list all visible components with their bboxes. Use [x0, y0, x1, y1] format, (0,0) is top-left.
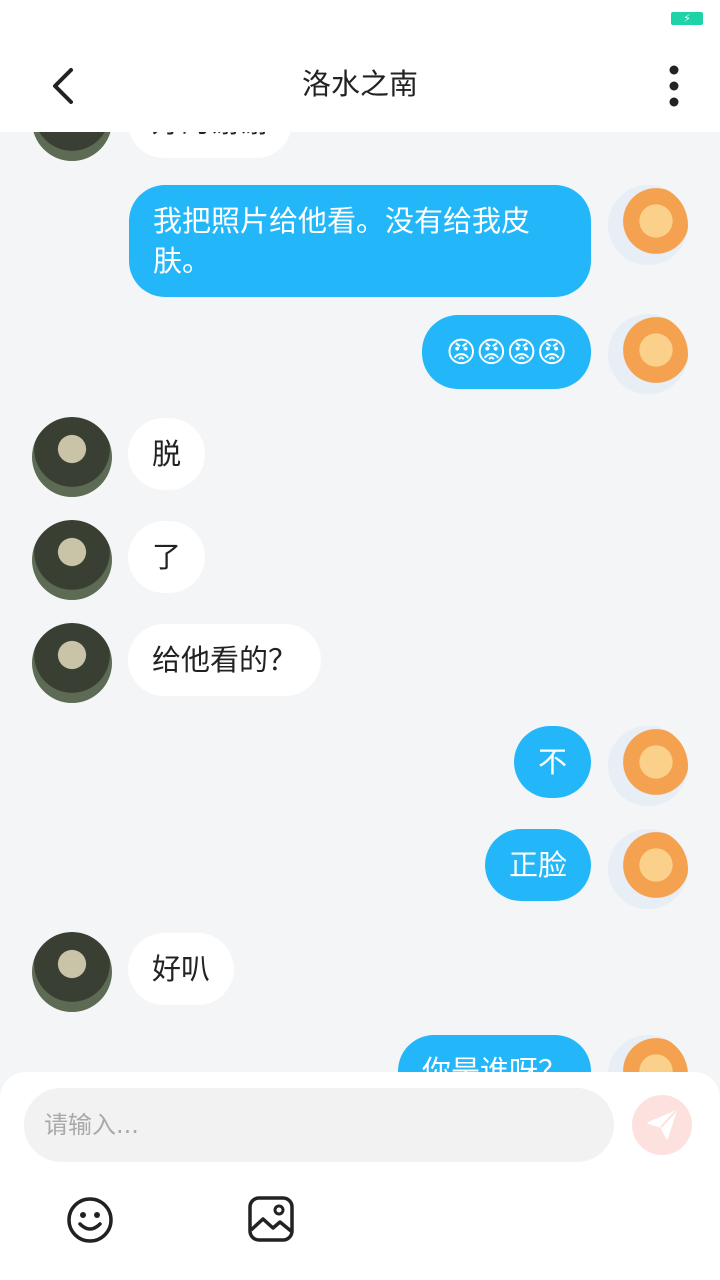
my-avatar[interactable] — [608, 726, 688, 806]
send-button[interactable] — [632, 1095, 692, 1155]
image-button[interactable] — [246, 1194, 296, 1244]
message-bubble-received[interactable]: 了 — [128, 521, 206, 593]
contact-avatar[interactable] — [32, 623, 112, 703]
emoji-button[interactable] — [64, 1194, 116, 1246]
status-bar: ⚡ — [0, 0, 720, 40]
message-bubble-sent[interactable]: 正脸 — [484, 829, 591, 901]
my-avatar[interactable] — [608, 314, 688, 394]
message-list[interactable]: 好的谢谢 我把照片给他看。没有给我皮肤。 😡😡😡😡 脱 了 给他看的？ 不 正脸… — [0, 132, 720, 1072]
contact-avatar[interactable] — [32, 520, 112, 600]
more-vertical-icon — [669, 65, 679, 107]
message-bubble-received[interactable]: 脱 — [128, 418, 206, 490]
my-avatar[interactable] — [608, 829, 688, 909]
battery-charging-icon: ⚡ — [671, 12, 703, 25]
message-bubble-received[interactable]: 好叭 — [128, 933, 235, 1005]
smiley-icon — [67, 1197, 113, 1243]
contact-avatar[interactable] — [32, 932, 112, 1012]
my-avatar[interactable] — [608, 185, 688, 265]
message-bubble-received[interactable]: 好的谢谢 — [128, 132, 293, 158]
message-bubble-sent[interactable]: 😡😡😡😡 — [422, 315, 591, 389]
chat-header: 洛水之南 — [0, 40, 720, 132]
send-icon — [647, 1110, 677, 1140]
message-input[interactable] — [24, 1088, 614, 1162]
my-avatar[interactable] — [608, 1035, 688, 1072]
composer-bar — [0, 1072, 720, 1280]
image-icon — [248, 1196, 294, 1242]
chat-title: 洛水之南 — [301, 67, 418, 101]
message-bubble-sent[interactable]: 不 — [513, 726, 591, 798]
message-bubble-sent[interactable]: 我把照片给他看。没有给我皮肤。 — [129, 185, 591, 297]
contact-avatar[interactable] — [32, 132, 112, 161]
more-button[interactable] — [654, 62, 694, 110]
message-bubble-received[interactable]: 给他看的？ — [128, 624, 322, 696]
contact-avatar[interactable] — [32, 417, 112, 497]
message-bubble-sent[interactable]: 你是谁呀？ — [397, 1035, 591, 1072]
